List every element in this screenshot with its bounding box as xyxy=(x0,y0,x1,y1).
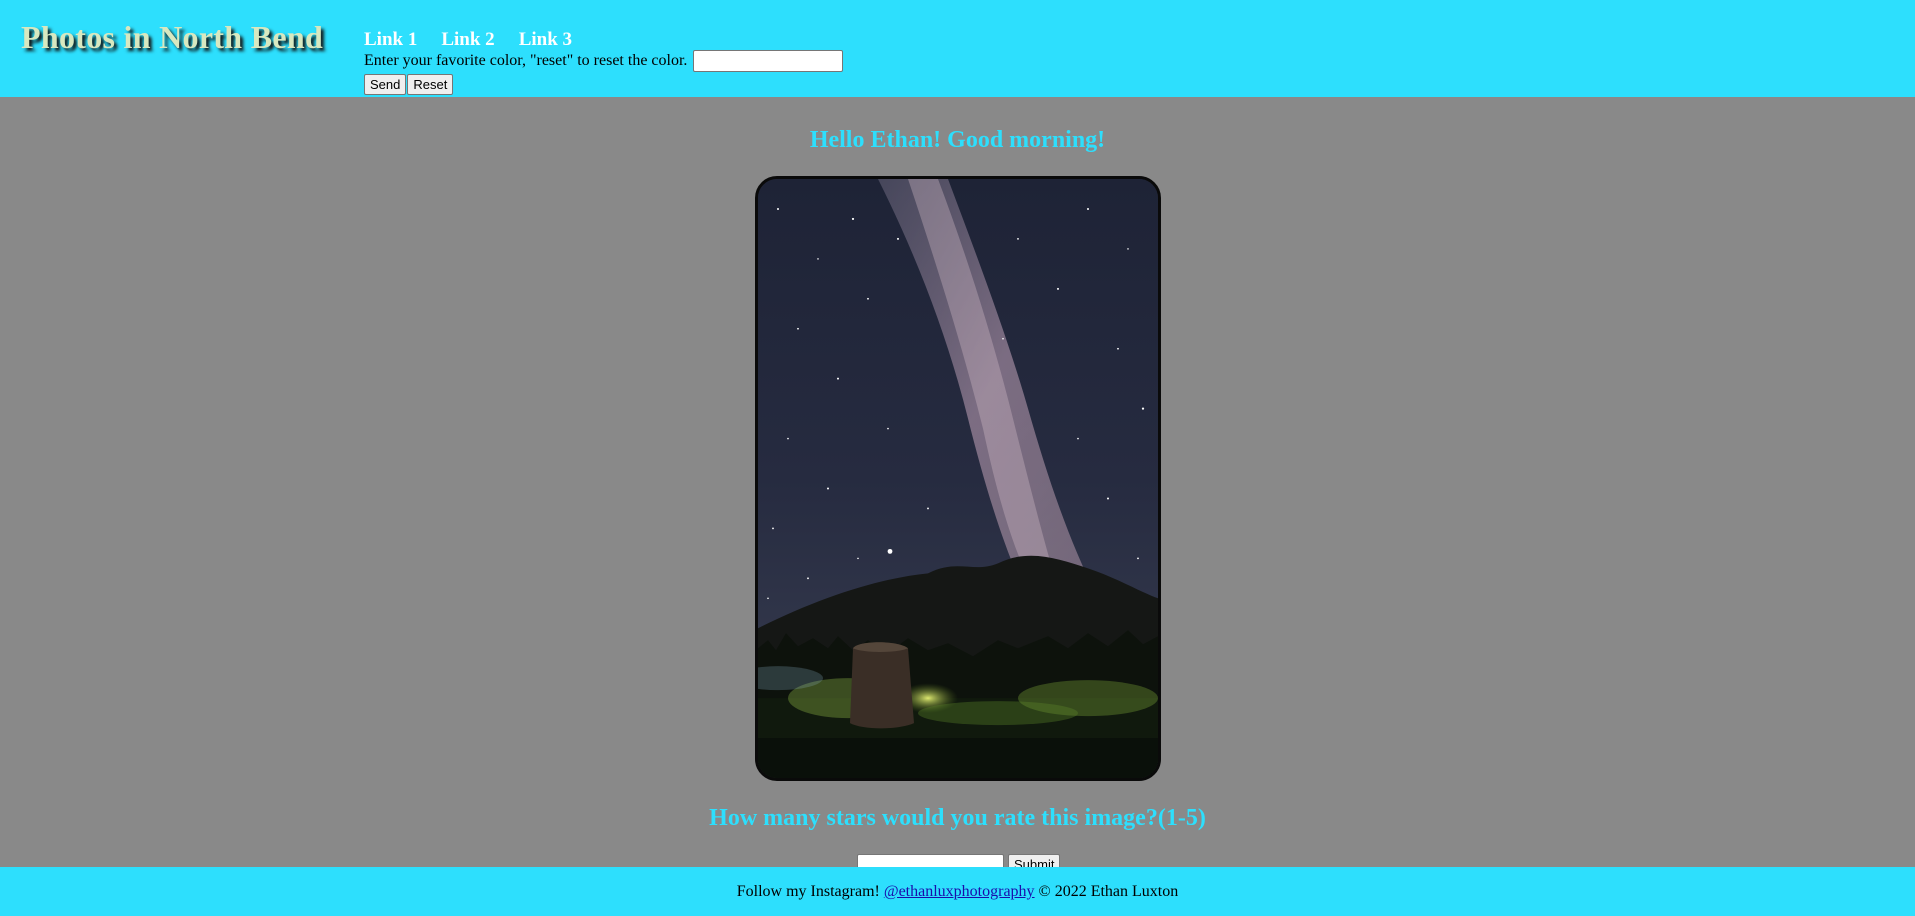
milky-way-photo xyxy=(755,176,1161,781)
greeting-heading: Hello Ethan! Good morning! xyxy=(809,127,1106,153)
color-form: Enter your favorite color, "reset" to re… xyxy=(364,50,844,73)
site-header: Photos in North Bend Link 1 Link 2 Link … xyxy=(0,0,1915,97)
rating-question: How many stars would you rate this image… xyxy=(709,805,1206,831)
footer-copyright: © 2022 Ethan Luxton xyxy=(1038,883,1179,900)
site-footer: Follow my Instagram! @ethanluxphotograph… xyxy=(0,867,1915,916)
site-title: Photos in North Bend xyxy=(21,19,324,55)
instagram-link[interactable]: @ethanluxphotography xyxy=(884,883,1035,900)
photo-illustration xyxy=(758,179,1158,778)
color-buttons: Send Reset xyxy=(364,74,454,95)
footer-prefix: Follow my Instagram! xyxy=(736,883,880,900)
main-content: Hello Ethan! Good morning! How many star… xyxy=(0,97,1915,876)
send-button[interactable]: Send xyxy=(364,74,407,95)
color-prompt: Enter your favorite color, "reset" to re… xyxy=(364,52,688,69)
color-input[interactable] xyxy=(693,50,844,73)
reset-button[interactable]: Reset xyxy=(407,74,454,95)
